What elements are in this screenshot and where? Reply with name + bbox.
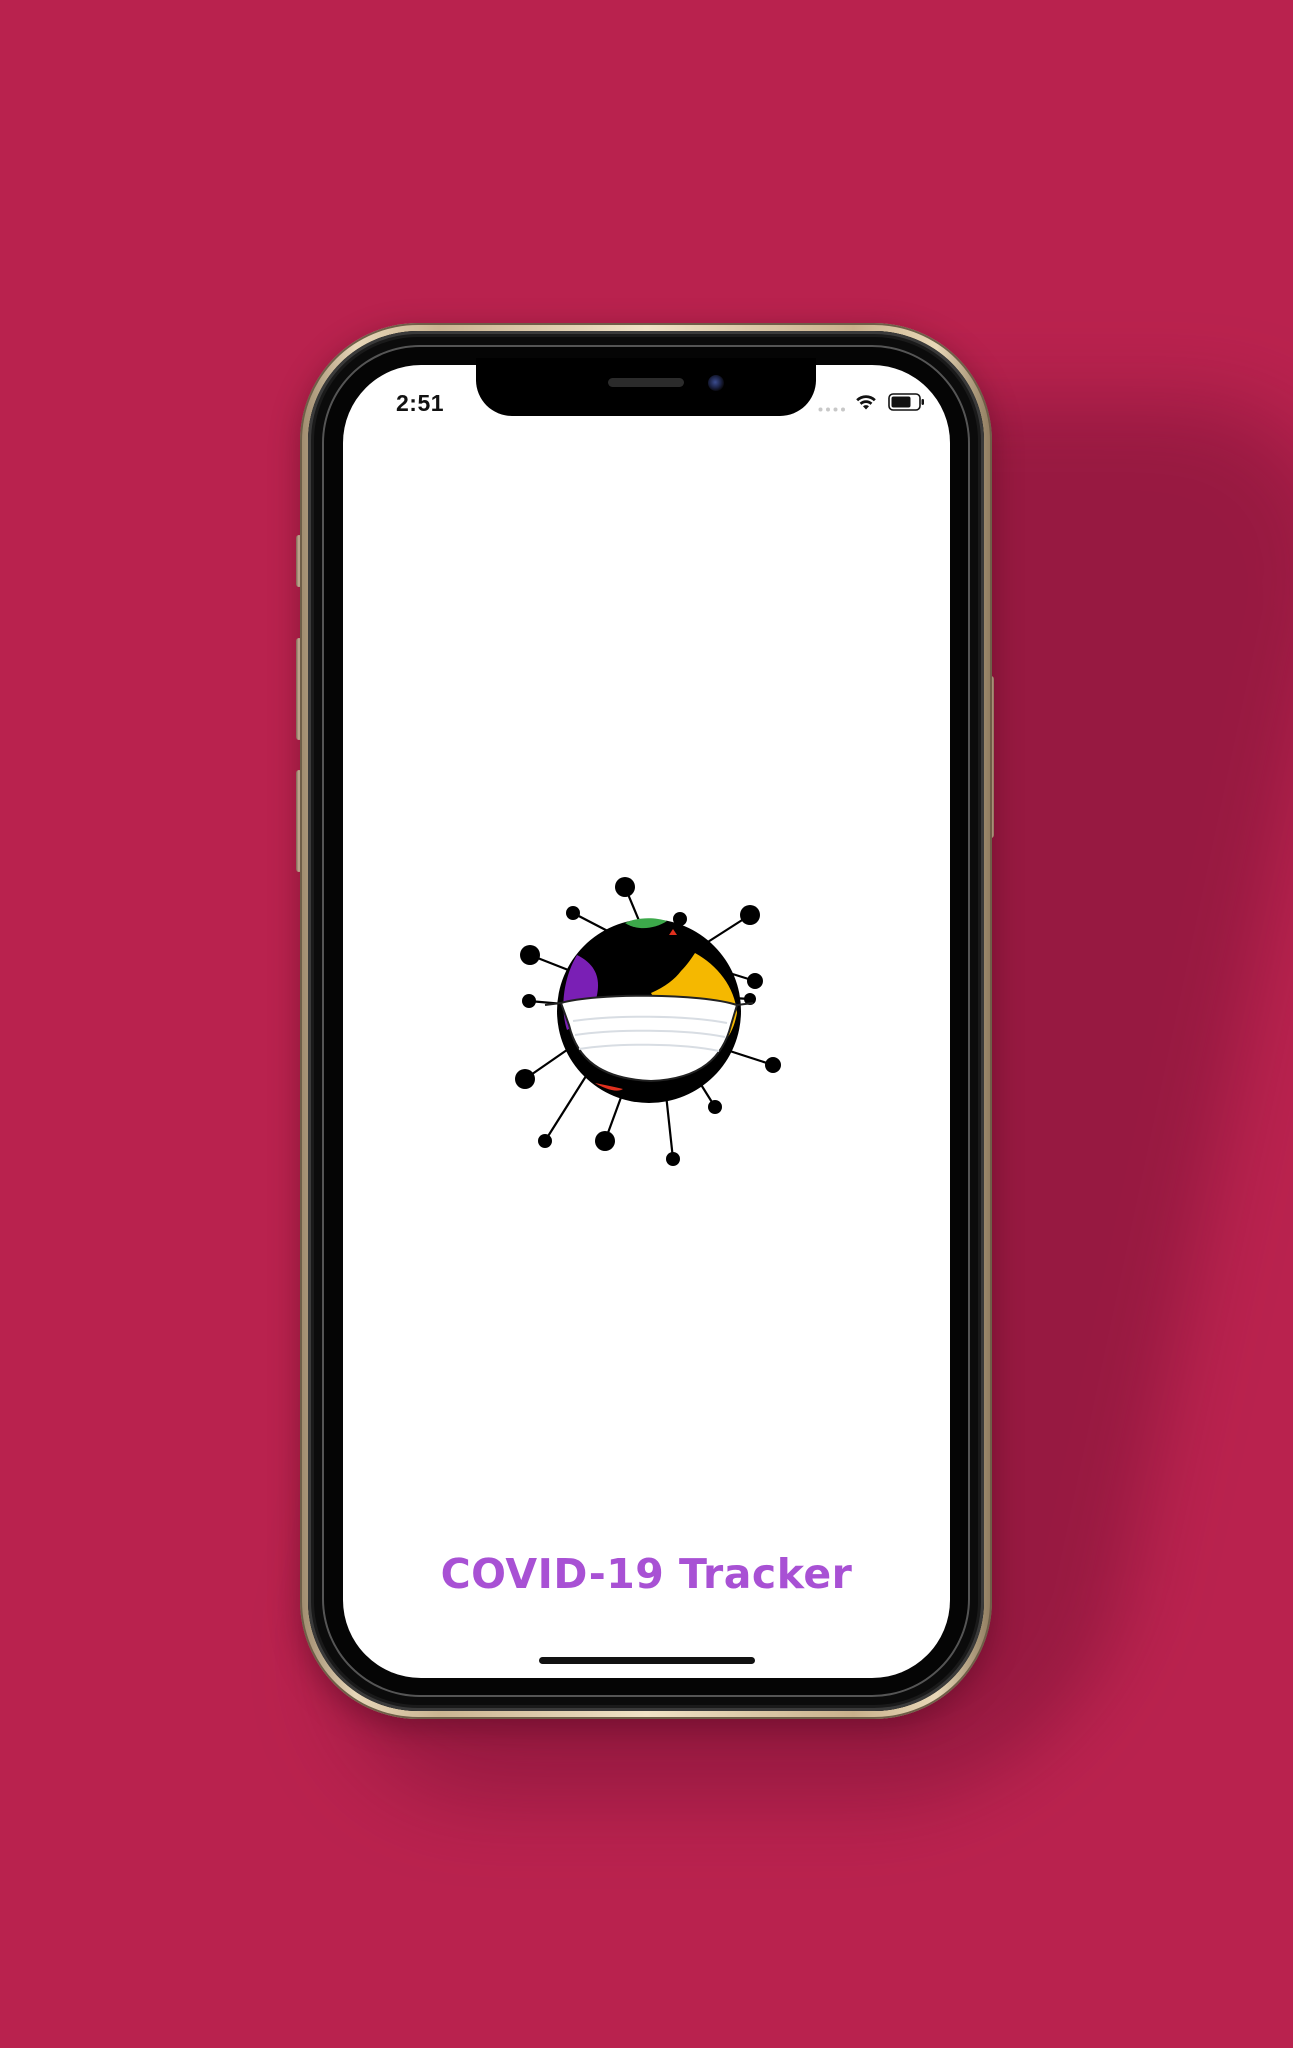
cellular-signal-icon: [818, 407, 845, 412]
notch: [476, 358, 816, 416]
earpiece-speaker: [608, 378, 684, 387]
battery-icon: [888, 393, 924, 411]
globe-virus-mask-icon: [515, 877, 781, 1166]
status-time: 2:51: [396, 390, 445, 416]
home-indicator[interactable]: [539, 1657, 755, 1664]
front-camera: [708, 375, 724, 391]
background: 2:51 COVID-19 Tracker: [0, 0, 1293, 2048]
wifi-icon: [856, 395, 876, 410]
app-title: COVID-19 Tracker: [440, 1550, 853, 1598]
